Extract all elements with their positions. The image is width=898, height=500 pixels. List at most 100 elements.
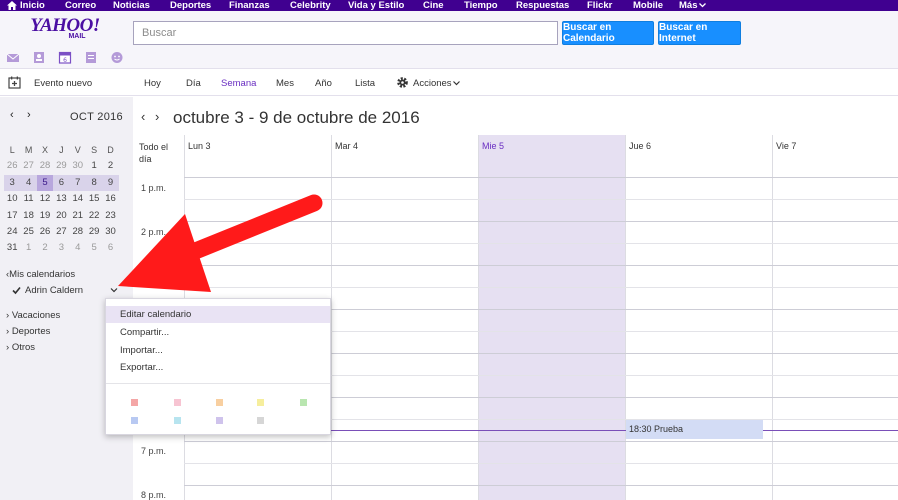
mini-cal-day[interactable]: 29 [53, 158, 69, 174]
check-icon[interactable] [12, 286, 21, 295]
home-icon[interactable] [7, 1, 17, 10]
mini-cal-today[interactable]: 5 [36, 174, 54, 192]
view-day[interactable]: Día [186, 78, 201, 89]
search-web-button[interactable]: Buscar en Internet [658, 21, 741, 45]
topnav-celebrity[interactable]: Celebrity [290, 0, 331, 11]
add-event-icon[interactable] [8, 76, 21, 89]
color-swatch[interactable] [216, 399, 223, 406]
calendar-name[interactable]: Adrin Caldern [25, 285, 83, 296]
mini-cal-day[interactable]: 20 [53, 208, 69, 224]
mini-cal-day[interactable]: 9 [102, 174, 119, 192]
menu-item-export[interactable]: Exportar... [106, 359, 330, 376]
search-input[interactable] [133, 21, 558, 45]
section-vacaciones[interactable]: › Vacaciones [6, 310, 60, 321]
search-calendar-button[interactable]: Buscar en Calendario [562, 21, 654, 45]
notepad-icon[interactable] [84, 51, 98, 64]
menu-item-edit-calendar[interactable]: Editar calendario [106, 306, 330, 323]
messenger-icon[interactable] [110, 51, 124, 64]
mini-cal-day[interactable]: 26 [37, 224, 53, 240]
mini-cal-day[interactable]: 27 [53, 224, 69, 240]
color-swatch[interactable] [257, 417, 264, 424]
mini-cal-day[interactable]: 1 [86, 158, 102, 174]
view-month[interactable]: Mes [276, 78, 294, 89]
new-event-button[interactable]: Evento nuevo [34, 78, 92, 89]
mini-cal-day[interactable]: 2 [37, 240, 53, 256]
mini-cal-day[interactable]: 3 [4, 174, 21, 192]
day-header-mon[interactable]: Lun 3 [188, 141, 211, 151]
color-swatch[interactable] [257, 399, 264, 406]
mini-cal-day[interactable]: 23 [102, 208, 118, 224]
topnav-flickr[interactable]: Flickr [587, 0, 612, 11]
view-year[interactable]: Año [315, 78, 332, 89]
topnav-tiempo[interactable]: Tiempo [464, 0, 498, 11]
mini-cal-day[interactable]: 28 [37, 158, 53, 174]
mini-cal-prev-icon[interactable]: ‹ [10, 109, 14, 121]
mini-cal-day[interactable]: 8 [85, 174, 103, 192]
topnav-respuestas[interactable]: Respuestas [516, 0, 569, 11]
day-header-tue[interactable]: Mar 4 [335, 141, 358, 151]
color-swatch[interactable] [174, 417, 181, 424]
contacts-icon[interactable] [32, 51, 46, 64]
mini-cal-day[interactable]: 25 [20, 224, 36, 240]
calendar-event[interactable]: 18:30 Prueba [626, 420, 763, 439]
mini-cal-day[interactable]: 6 [102, 240, 118, 256]
mini-cal-day[interactable]: 4 [20, 174, 37, 192]
mini-cal-day[interactable]: 14 [70, 191, 86, 207]
color-swatch[interactable] [216, 417, 223, 424]
topnav-correo[interactable]: Correo [65, 0, 96, 11]
topnav-noticias[interactable]: Noticias [113, 0, 150, 11]
topnav-cine[interactable]: Cine [423, 0, 444, 11]
topnav-mas[interactable]: Más [679, 0, 697, 11]
topnav-inicio[interactable]: Inicio [20, 0, 45, 11]
mini-cal-day[interactable]: 28 [70, 224, 86, 240]
mini-cal-day[interactable]: 27 [20, 158, 36, 174]
mini-cal-day[interactable]: 7 [69, 174, 86, 192]
mini-cal-day[interactable]: 5 [86, 240, 102, 256]
mini-cal-day[interactable]: 13 [53, 191, 69, 207]
topnav-mobile[interactable]: Mobile [633, 0, 663, 11]
color-swatch[interactable] [131, 417, 138, 424]
mini-cal-day[interactable]: 2 [102, 158, 118, 174]
color-swatch[interactable] [300, 399, 307, 406]
mini-cal-day[interactable]: 22 [86, 208, 102, 224]
prev-week-icon[interactable]: ‹ [141, 109, 145, 124]
mini-cal-day[interactable]: 11 [20, 191, 36, 207]
mini-cal-day[interactable]: 4 [70, 240, 86, 256]
mini-cal-day[interactable]: 24 [4, 224, 20, 240]
yahoo-mail-logo[interactable]: YAHOO! MAIL [30, 16, 100, 40]
section-otros[interactable]: › Otros [6, 342, 35, 353]
mini-cal-day[interactable]: 29 [86, 224, 102, 240]
mini-cal-day[interactable]: 15 [86, 191, 102, 207]
mail-icon[interactable] [6, 51, 20, 64]
mini-cal-day[interactable]: 26 [4, 158, 20, 174]
view-list[interactable]: Lista [355, 78, 375, 89]
my-calendars-toggle[interactable]: ‹Mis calendarios [6, 269, 75, 280]
mini-cal-day[interactable]: 31 [4, 240, 20, 256]
mini-cal-day[interactable]: 18 [20, 208, 36, 224]
mini-cal-day[interactable]: 30 [70, 158, 86, 174]
mini-cal-day[interactable]: 10 [4, 191, 20, 207]
mini-cal-day[interactable]: 12 [37, 191, 53, 207]
day-header-fri[interactable]: Vie 7 [776, 141, 796, 151]
topnav-vida-estilo[interactable]: Vida y Estilo [348, 0, 404, 11]
section-deportes[interactable]: › Deportes [6, 326, 50, 337]
view-today[interactable]: Hoy [144, 78, 161, 89]
menu-item-import[interactable]: Importar... [106, 342, 330, 359]
mini-cal-next-icon[interactable]: › [27, 109, 31, 121]
mini-cal-day[interactable]: 1 [20, 240, 36, 256]
next-week-icon[interactable]: › [155, 109, 159, 124]
day-header-thu[interactable]: Jue 6 [629, 141, 651, 151]
mini-cal-day[interactable]: 3 [53, 240, 69, 256]
view-week[interactable]: Semana [221, 78, 256, 89]
calendar-options-chevron-icon[interactable] [110, 286, 118, 294]
mini-cal-day[interactable]: 6 [53, 174, 70, 192]
calendar-icon[interactable]: 6 [58, 51, 72, 64]
mini-cal-day[interactable]: 19 [37, 208, 53, 224]
gear-icon[interactable] [396, 76, 409, 89]
mini-cal-day[interactable]: 21 [70, 208, 86, 224]
color-swatch[interactable] [131, 399, 138, 406]
mini-cal-day[interactable]: 16 [102, 191, 118, 207]
topnav-finanzas[interactable]: Finanzas [229, 0, 270, 11]
mini-cal-day[interactable]: 30 [102, 224, 118, 240]
actions-menu-button[interactable]: Acciones [413, 78, 452, 89]
